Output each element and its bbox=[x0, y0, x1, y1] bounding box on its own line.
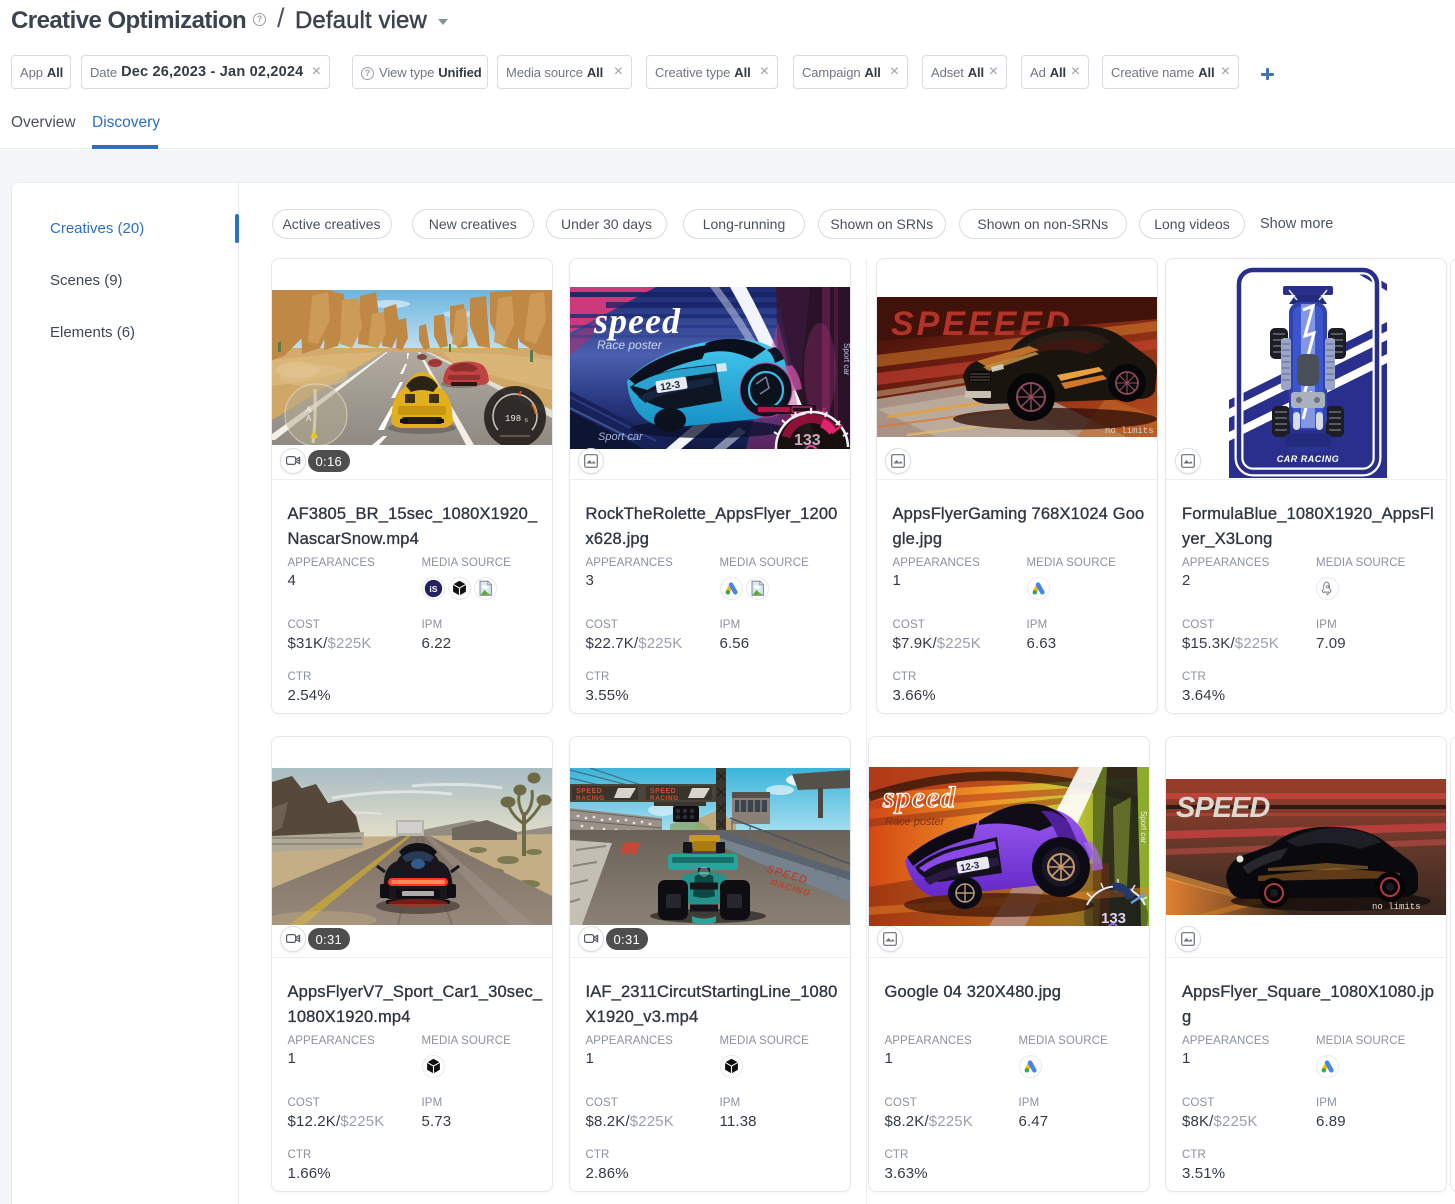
svg-text:A: A bbox=[306, 405, 312, 414]
svg-text:CAR RACING: CAR RACING bbox=[1277, 454, 1340, 464]
svg-text:198: 198 bbox=[505, 414, 521, 424]
svg-text:6: 6 bbox=[525, 418, 528, 424]
svg-text:SPEED: SPEED bbox=[650, 788, 676, 795]
svg-text:no limits: no limits bbox=[1372, 902, 1421, 912]
svg-text:SPEED: SPEED bbox=[1176, 792, 1270, 824]
svg-text:SPEED: SPEED bbox=[576, 788, 602, 795]
svg-text:A: A bbox=[306, 414, 312, 423]
svg-text:iS: iS bbox=[429, 584, 437, 594]
svg-text:Sport car: Sport car bbox=[1139, 811, 1148, 844]
svg-text:Sport car: Sport car bbox=[842, 343, 850, 376]
svg-text:RACING: RACING bbox=[650, 795, 679, 802]
svg-text:speed: speed bbox=[882, 781, 956, 814]
svg-text:Race poster: Race poster bbox=[597, 338, 663, 352]
svg-text:no limits: no limits bbox=[1105, 426, 1154, 436]
svg-text:speed: speed bbox=[593, 301, 681, 341]
svg-text:Sport car: Sport car bbox=[598, 431, 644, 443]
svg-text:RACING: RACING bbox=[576, 795, 605, 802]
svg-text:Race poster: Race poster bbox=[885, 816, 946, 828]
